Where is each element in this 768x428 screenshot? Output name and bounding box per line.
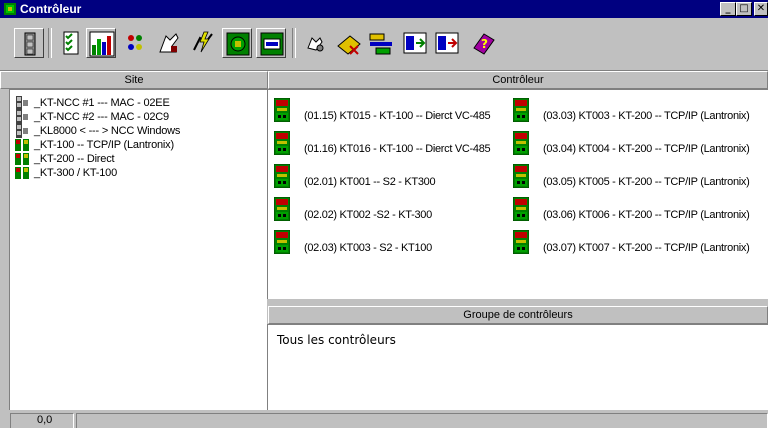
status-coords: 0,0 <box>10 413 74 428</box>
lightning-icon <box>193 31 213 53</box>
site-tree-item-label: _KT-200 -- Direct <box>34 153 115 165</box>
main-window: Contrôleur _ □ ✕ ? Site _KT-NCC #1 --- M… <box>0 0 768 428</box>
key-hand-icon <box>307 37 324 52</box>
site-tree-item-label: _KT-300 / KT-100 <box>34 167 118 179</box>
controller-board-icon <box>226 32 250 56</box>
app-icon <box>4 3 16 15</box>
controller-board-tool-button[interactable] <box>222 28 252 58</box>
chart-report-icon <box>89 31 115 57</box>
controller-item-label: (01.16) KT016 - KT-100 -- Dierct VC-485 <box>304 143 491 155</box>
site-tree-item[interactable]: _KT-NCC #2 --- MAC - 02C9 <box>14 110 169 124</box>
controller-board-icon <box>513 98 529 122</box>
lightning-tool-button[interactable] <box>188 28 218 58</box>
kt-controller-icon <box>14 138 30 152</box>
kt-controller-icon <box>14 166 30 180</box>
controleur-list-panel: (01.15) KT015 - KT-100 -- Dierct VC-485 (… <box>267 89 768 299</box>
controller-item[interactable]: (02.03) KT003 - S2 - KT100 <box>274 230 514 262</box>
groupe-panel: Tous les contrôleurs <box>267 324 768 410</box>
controller-item-label: (03.05) KT005 - KT-200 -- TCP/IP (Lantro… <box>543 176 750 188</box>
site-tree-item[interactable]: _KT-NCC #1 --- MAC - 02EE <box>14 96 170 110</box>
screen-out-icon <box>435 32 459 54</box>
controller-item-label: (03.04) KT004 - KT-200 -- TCP/IP (Lantro… <box>543 143 750 155</box>
site-tree-item[interactable]: _KT-300 / KT-100 <box>14 166 117 180</box>
site-tree-item-label: _KT-100 -- TCP/IP (Lantronix) <box>34 139 174 151</box>
maximize-button[interactable]: □ <box>736 2 752 16</box>
ncc-door-icon <box>14 96 30 110</box>
site-column-header[interactable]: Site <box>0 71 268 89</box>
site-tree-panel: _KT-NCC #1 --- MAC - 02EE _KT-NCC #2 --- … <box>9 89 267 410</box>
groupe-item[interactable]: Tous les contrôleurs <box>277 333 396 347</box>
hand-tool-button[interactable] <box>154 28 184 58</box>
site-tree-item[interactable]: _KT-200 -- Direct <box>14 152 115 166</box>
controller-card-tool-button[interactable] <box>256 28 286 58</box>
key-hand-tool-button[interactable] <box>300 28 330 58</box>
controller-board-icon <box>274 164 290 188</box>
toolbar: ? <box>0 18 768 71</box>
controller-item[interactable]: (01.16) KT016 - KT-100 -- Dierct VC-485 <box>274 131 514 163</box>
screen-in-icon <box>403 32 427 54</box>
help-tool-button[interactable]: ? <box>468 28 498 58</box>
card-delete-tool-button[interactable] <box>334 28 364 58</box>
hand-pointer-icon <box>159 33 179 53</box>
card-delete-icon <box>337 35 361 55</box>
card-transfer-icon <box>369 33 392 55</box>
site-tree-item[interactable]: _KL8000 < --- > NCC Windows <box>14 124 180 138</box>
controller-item-label: (02.01) KT001 -- S2 - KT300 <box>304 176 436 188</box>
controller-item[interactable]: (02.01) KT001 -- S2 - KT300 <box>274 164 514 196</box>
controller-item-label: (03.03) KT003 - KT-200 -- TCP/IP (Lantro… <box>543 110 750 122</box>
site-tree-item-label: _KL8000 < --- > NCC Windows <box>34 125 181 137</box>
controller-board-icon <box>513 197 529 221</box>
controller-item-label: (02.03) KT003 - S2 - KT100 <box>304 242 432 254</box>
site-tree-item-label: _KT-NCC #1 --- MAC - 02EE <box>34 97 170 109</box>
controleur-column-header[interactable]: Contrôleur <box>268 71 768 89</box>
controller-item[interactable]: (01.15) KT015 - KT-100 -- Dierct VC-485 <box>274 98 514 130</box>
site-tree-item[interactable]: _KT-100 -- TCP/IP (Lantronix) <box>14 138 174 152</box>
help-book-icon: ? <box>473 33 495 55</box>
door-panel-icon <box>24 32 36 56</box>
dots-tool-button[interactable] <box>120 28 150 58</box>
controller-board-icon <box>513 230 529 254</box>
status-message <box>76 413 768 428</box>
ncc-door-icon <box>14 110 30 124</box>
controller-item-label: (01.15) KT015 - KT-100 -- Dierct VC-485 <box>304 110 491 122</box>
title-bar[interactable]: Contrôleur _ □ ✕ <box>0 0 768 18</box>
report-tool-button[interactable] <box>86 28 116 58</box>
controller-item-label: (03.06) KT006 - KT-200 -- TCP/IP (Lantro… <box>543 209 750 221</box>
minimize-button[interactable]: _ <box>720 2 736 16</box>
controller-item[interactable]: (03.06) KT006 - KT-200 -- TCP/IP (Lantro… <box>513 197 753 229</box>
controller-board-icon <box>513 164 529 188</box>
kt-controller-icon <box>14 152 30 166</box>
dots-icon <box>128 35 142 50</box>
controller-item[interactable]: (02.02) KT002 -S2 - KT-300 <box>274 197 514 229</box>
controller-card-icon <box>260 32 284 56</box>
svg-text:?: ? <box>481 37 488 51</box>
controller-board-icon <box>274 131 290 155</box>
status-bar: 0,0 <box>0 410 768 428</box>
controller-item-label: (03.07) KT007 - KT-200 -- TCP/IP (Lantro… <box>543 242 750 254</box>
controller-board-icon <box>274 197 290 221</box>
window-title: Contrôleur <box>20 2 82 16</box>
checklist-icon <box>63 31 79 55</box>
card-transfer-tool-button[interactable] <box>366 28 396 58</box>
ncc-door-icon <box>14 124 30 138</box>
checklist-tool-button[interactable] <box>56 28 86 58</box>
controller-board-icon <box>274 230 290 254</box>
controller-item[interactable]: (03.03) KT003 - KT-200 -- TCP/IP (Lantro… <box>513 98 753 130</box>
site-tree-item-label: _KT-NCC #2 --- MAC - 02C9 <box>34 111 169 123</box>
controller-item[interactable]: (03.05) KT005 - KT-200 -- TCP/IP (Lantro… <box>513 164 753 196</box>
controller-board-icon <box>274 98 290 122</box>
screen-out-tool-button[interactable] <box>432 28 462 58</box>
controller-item[interactable]: (03.04) KT004 - KT-200 -- TCP/IP (Lantro… <box>513 131 753 163</box>
door-panel-tool-button[interactable] <box>14 28 44 58</box>
close-button[interactable]: ✕ <box>754 2 768 16</box>
groupe-column-header[interactable]: Groupe de contrôleurs <box>268 306 768 324</box>
screen-in-tool-button[interactable] <box>400 28 430 58</box>
controller-board-icon <box>513 131 529 155</box>
controller-item-label: (02.02) KT002 -S2 - KT-300 <box>304 209 432 221</box>
controller-item[interactable]: (03.07) KT007 - KT-200 -- TCP/IP (Lantro… <box>513 230 753 262</box>
